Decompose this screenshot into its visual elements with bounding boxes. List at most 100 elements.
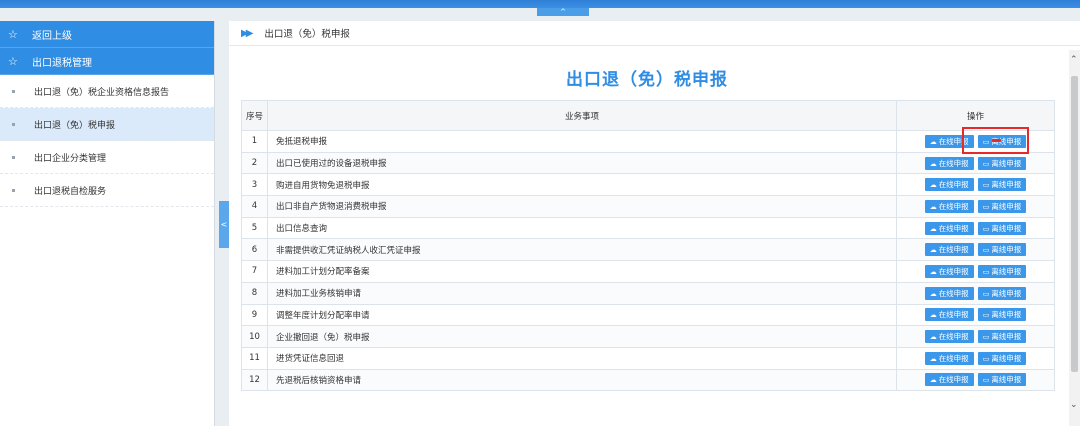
row-number: 1 (241, 130, 268, 153)
offline-declare-label: 离线申报 (991, 288, 1022, 298)
online-declare-label: 在线申报 (938, 223, 969, 233)
table-row: 11 进货凭证信息回退 ☁ 在线申报 ▭ 离线申报 (241, 346, 1055, 370)
column-header-ops: 操作 (896, 100, 1055, 131)
row-item-name: 非需提供收汇凭证纳税人收汇凭证申报 (267, 238, 897, 262)
online-declare-label: 在线申报 (938, 288, 969, 298)
offline-declare-label: 离线申报 (991, 158, 1022, 168)
sidebar-toggle-button[interactable]: < (219, 201, 229, 248)
monitor-icon: ▭ (982, 159, 990, 168)
sidebar-back[interactable]: ☆ 返回上级 (0, 21, 214, 48)
online-declare-label: 在线申报 (938, 201, 969, 211)
online-declare-button[interactable]: ☁ 在线申报 (924, 308, 974, 322)
online-declare-label: 在线申报 (938, 245, 969, 255)
star-icon: ☆ (8, 54, 18, 68)
sidebar-item-qualification-report[interactable]: 出口退（免）税企业资格信息报告 (0, 75, 214, 108)
row-number: 4 (241, 195, 268, 218)
online-declare-button[interactable]: ☁ 在线申报 (924, 199, 974, 213)
highlight-box (962, 127, 1029, 154)
breadcrumb: ▶▶ 出口退（免）税申报 (229, 21, 1080, 46)
monitor-icon: ▭ (982, 376, 990, 385)
table-row: 4 出口非自产货物退消费税申报 ☁ 在线申报 ▭ 离线申报 (241, 195, 1055, 218)
table-row: 6 非需提供收汇凭证纳税人收汇凭证申报 ☁ 在线申报 ▭ 离线申报 (241, 238, 1055, 262)
offline-declare-button[interactable]: ▭ 离线申报 (977, 308, 1027, 322)
scrollbar-thumb[interactable] (1071, 76, 1078, 372)
vertical-scrollbar[interactable]: ⌃ ⌄ (1069, 50, 1080, 426)
breadcrumb-label: 出口退（免）税申报 (264, 29, 350, 40)
row-actions: ☁ 在线申报 ▭ 离线申报 (896, 195, 1055, 218)
row-item-name: 出口非自产货物退消费税申报 (267, 195, 897, 218)
offline-declare-button[interactable]: ▭ 离线申报 (977, 178, 1027, 192)
table-row: 7 进料加工计划分配率备案 ☁ 在线申报 ▭ 离线申报 (241, 260, 1055, 283)
online-declare-button[interactable]: ☁ 在线申报 (924, 178, 974, 192)
online-declare-button[interactable]: ☁ 在线申报 (924, 373, 974, 387)
offline-declare-button[interactable]: ▭ 离线申报 (977, 330, 1027, 344)
offline-declare-button[interactable]: ▭ 离线申报 (977, 351, 1027, 365)
sidebar-item-label: 出口退（免）税企业资格信息报告 (34, 87, 170, 98)
monitor-icon: ▭ (982, 333, 990, 342)
collapse-top-button[interactable]: ^ (537, 8, 589, 16)
online-declare-label: 在线申报 (938, 310, 969, 320)
monitor-icon: ▭ (982, 289, 990, 298)
row-item-name: 免抵退税申报 (267, 130, 897, 153)
table-row: 5 出口信息查询 ☁ 在线申报 ▭ 离线申报 (241, 216, 1055, 240)
offline-declare-label: 离线申报 (991, 353, 1022, 363)
row-actions: ☁ 在线申报 ▭ 离线申报 (896, 303, 1055, 327)
row-item-name: 先退税后核销资格申请 (267, 368, 897, 392)
scroll-down-icon[interactable]: ⌄ (1070, 400, 1078, 410)
cloud-upload-icon: ☁ (929, 333, 937, 342)
online-declare-button[interactable]: ☁ 在线申报 (924, 264, 974, 278)
table-row: 2 出口已使用过的设备退税申报 ☁ 在线申报 ▭ 离线申报 (241, 151, 1055, 175)
cloud-upload-icon: ☁ (929, 246, 937, 255)
row-item-name: 进料加工业务核销申请 (267, 281, 897, 305)
online-declare-button[interactable]: ☁ 在线申报 (924, 330, 974, 344)
sidebar-back-label: 返回上级 (32, 30, 72, 42)
sidebar-item-refund-declaration[interactable]: 出口退（免）税申报 (0, 108, 214, 141)
offline-declare-button[interactable]: ▭ 离线申报 (977, 221, 1027, 235)
row-item-name: 调整年度计划分配率申请 (267, 303, 897, 327)
table-row: 12 先退税后核销资格申请 ☁ 在线申报 ▭ 离线申报 (241, 368, 1055, 392)
monitor-icon: ▭ (982, 267, 990, 276)
monitor-icon: ▭ (982, 354, 990, 363)
row-item-name: 出口信息查询 (267, 216, 897, 240)
offline-declare-button[interactable]: ▭ 离线申报 (977, 286, 1027, 300)
offline-declare-button[interactable]: ▭ 离线申报 (977, 156, 1027, 170)
cloud-upload-icon: ☁ (929, 289, 937, 298)
table-row: 10 企业撤回退（免）税申报 ☁ 在线申报 ▭ 离线申报 (241, 325, 1055, 348)
bullet-icon (12, 122, 15, 126)
online-declare-button[interactable]: ☁ 在线申报 (924, 286, 974, 300)
declaration-table: 序号 业务事项 操作 1 免抵退税申报 ☁ 在线申报 ▭ 离线申报 2 出口已使用过的设备退税… (241, 100, 1055, 392)
online-declare-label: 在线申报 (938, 353, 969, 363)
sidebar-item-self-check[interactable]: 出口退税自检服务 (0, 174, 214, 207)
sidebar-item-label: 出口企业分类管理 (34, 153, 107, 164)
online-declare-button[interactable]: ☁ 在线申报 (924, 243, 974, 257)
row-number: 6 (241, 238, 268, 262)
sidebar-item-classification[interactable]: 出口企业分类管理 (0, 141, 214, 174)
offline-declare-button[interactable]: ▭ 离线申报 (977, 243, 1027, 257)
sidebar: ☆ 返回上级 ☆ 出口退税管理 出口退（免）税企业资格信息报告 出口退（免）税申… (0, 21, 215, 426)
row-number: 3 (241, 173, 268, 197)
table-row: 8 进料加工业务核销申请 ☁ 在线申报 ▭ 离线申报 (241, 281, 1055, 305)
online-declare-button[interactable]: ☁ 在线申报 (924, 351, 974, 365)
row-actions: ☁ 在线申报 ▭ 离线申报 (896, 368, 1055, 392)
row-item-name: 购进自用货物免退税申报 (267, 173, 897, 197)
online-declare-button[interactable]: ☁ 在线申报 (924, 156, 974, 170)
monitor-icon: ▭ (982, 311, 990, 320)
offline-declare-button[interactable]: ▭ 离线申报 (977, 199, 1027, 213)
column-header-no: 序号 (241, 100, 268, 131)
offline-declare-label: 离线申报 (991, 375, 1022, 385)
row-number: 2 (241, 151, 268, 175)
cloud-upload-icon: ☁ (929, 202, 937, 211)
row-actions: ☁ 在线申报 ▭ 离线申报 (896, 260, 1055, 283)
row-number: 5 (241, 216, 268, 240)
cloud-upload-icon: ☁ (929, 224, 937, 233)
online-declare-button[interactable]: ☁ 在线申报 (924, 221, 974, 235)
offline-declare-button[interactable]: ▭ 离线申报 (977, 264, 1027, 278)
page-title: 出口退（免）税申报 (566, 70, 728, 90)
row-number: 12 (241, 368, 268, 392)
offline-declare-label: 离线申报 (991, 223, 1022, 233)
row-actions: ☁ 在线申报 ▭ 离线申报 (896, 173, 1055, 197)
sidebar-group-export-refund[interactable]: ☆ 出口退税管理 (0, 48, 214, 75)
offline-declare-button[interactable]: ▭ 离线申报 (977, 373, 1027, 387)
bullet-icon (12, 188, 15, 192)
scroll-up-icon[interactable]: ⌃ (1070, 55, 1078, 65)
